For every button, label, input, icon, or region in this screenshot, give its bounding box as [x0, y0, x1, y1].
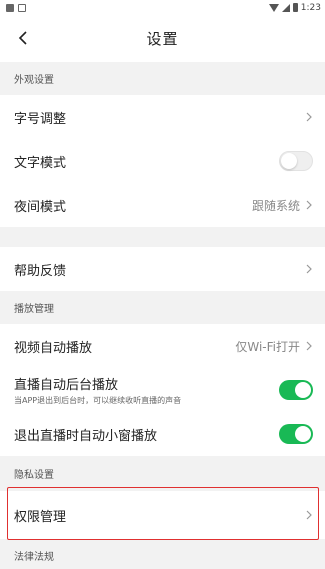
font-size-label: 字号调整	[14, 111, 67, 127]
live-background-texts: 直播自动后台播放 当APP退出到后台时，可以继续收听直播的声音	[14, 374, 279, 406]
font-size-row[interactable]: 字号调整	[0, 95, 325, 139]
back-button[interactable]	[10, 25, 36, 51]
section-header-privacy: 隐私设置	[14, 470, 54, 481]
live-background-label: 直播自动后台播放	[14, 378, 119, 393]
chevron-right-icon	[306, 510, 312, 520]
wifi-icon	[268, 3, 279, 12]
notification-icon	[6, 3, 14, 12]
live-background-toggle[interactable]	[279, 380, 313, 400]
night-mode-row[interactable]: 夜间模式 跟随系统	[0, 183, 325, 227]
help-feedback-label: 帮助反馈	[14, 263, 67, 279]
chevron-right-icon	[306, 112, 312, 122]
chevron-left-icon	[18, 31, 27, 45]
section-header-playback: 播放管理	[14, 304, 54, 315]
live-pip-toggle[interactable]	[279, 424, 313, 444]
text-mode-label: 文字模式	[14, 155, 67, 171]
toggle-knob	[295, 426, 311, 442]
night-mode-value: 跟随系统	[251, 198, 300, 213]
live-background-row: 直播自动后台播放 当APP退出到后台时，可以继续收听直播的声音	[0, 368, 325, 412]
status-right: 1:23	[268, 2, 321, 13]
chevron-right-icon	[306, 341, 312, 351]
page-title: 设置	[146, 30, 179, 48]
help-group: 帮助反馈	[0, 247, 325, 291]
permissions-label: 权限管理	[14, 509, 67, 525]
status-bar: 1:23	[0, 0, 325, 15]
live-pip-label: 退出直播时自动小窗播放	[14, 428, 158, 444]
chevron-right-icon	[306, 264, 312, 274]
chevron-right-icon	[306, 200, 312, 210]
live-background-sub: 当APP退出到后台时，可以继续收听直播的声音	[14, 396, 182, 405]
help-feedback-row[interactable]: 帮助反馈	[0, 247, 325, 291]
signal-icon	[281, 3, 290, 12]
privacy-group: 权限管理	[0, 491, 325, 539]
status-left	[6, 3, 26, 12]
toggle-knob	[281, 153, 297, 169]
video-autoplay-label: 视频自动播放	[14, 340, 93, 356]
section-header-legal: 法律法规	[14, 552, 54, 563]
section-header-appearance: 外观设置	[14, 75, 54, 86]
video-autoplay-row[interactable]: 视频自动播放 仅Wi-Fi打开	[0, 324, 325, 368]
image-icon	[18, 3, 26, 12]
status-time: 1:23	[300, 2, 321, 13]
text-mode-row: 文字模式	[0, 139, 325, 183]
playback-group: 视频自动播放 仅Wi-Fi打开 直播自动后台播放 当APP退出到后台时，可以继续…	[0, 324, 325, 456]
live-pip-row: 退出直播时自动小窗播放	[0, 412, 325, 456]
permissions-row[interactable]: 权限管理	[0, 491, 325, 539]
battery-icon	[292, 3, 298, 12]
text-mode-toggle[interactable]	[279, 151, 313, 171]
appearance-group: 字号调整 文字模式 夜间模式 跟随系统	[0, 95, 325, 227]
video-autoplay-value: 仅Wi-Fi打开	[235, 339, 300, 354]
night-mode-label: 夜间模式	[14, 199, 67, 215]
title-bar: 设置	[0, 15, 325, 62]
toggle-knob	[295, 382, 311, 398]
